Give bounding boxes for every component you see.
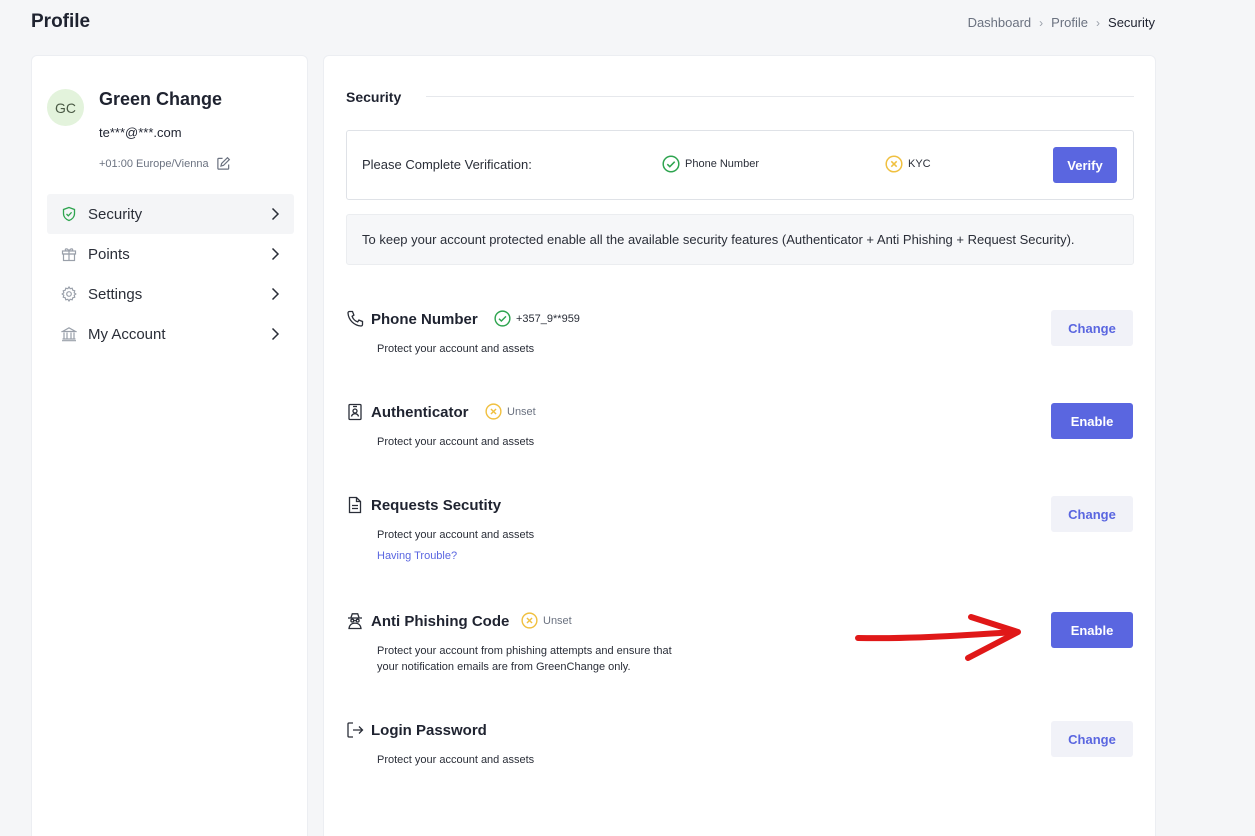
sidebar-nav: Security Points Settings My Account — [47, 194, 294, 354]
user-name: Green Change — [99, 89, 223, 109]
divider — [426, 96, 1134, 97]
enable-authenticator-button[interactable]: Enable — [1051, 403, 1133, 439]
document-icon — [346, 496, 364, 514]
feature-description: Protect your account and assets — [377, 436, 535, 448]
feature-description: Protect your account and assets — [377, 529, 535, 541]
change-requests-security-button[interactable]: Change — [1051, 496, 1133, 532]
edit-icon[interactable] — [216, 156, 231, 171]
security-info-banner: To keep your account protected enable al… — [346, 214, 1134, 265]
feature-status: Unset — [485, 403, 536, 420]
avatar: GC — [47, 89, 84, 126]
phone-icon — [346, 310, 364, 328]
feature-status-text: +357_9**959 — [516, 312, 580, 325]
logout-icon — [346, 721, 364, 739]
enable-anti-phishing-button[interactable]: Enable — [1051, 612, 1133, 648]
sidebar-item-security[interactable]: Security — [47, 194, 294, 234]
change-phone-button[interactable]: Change — [1051, 310, 1133, 346]
security-panel: Security Please Complete Verification: P… — [323, 55, 1156, 836]
check-circle-icon — [662, 155, 680, 173]
breadcrumb-profile[interactable]: Profile — [1051, 15, 1088, 30]
sidebar-item-label: My Account — [88, 325, 166, 343]
sidebar-item-points[interactable]: Points — [47, 234, 294, 274]
verification-text: Please Complete Verification: — [362, 157, 532, 172]
check-circle-icon — [494, 310, 511, 327]
annotation-arrow-icon — [855, 614, 1021, 661]
chevron-right-icon: › — [1039, 15, 1044, 30]
profile-sidebar: GC Green Change te***@***.com +01:00 Eur… — [31, 55, 308, 836]
chevron-right-icon — [270, 327, 280, 341]
feature-status: +357_9**959 — [494, 310, 580, 327]
verification-kyc-label: KYC — [908, 158, 931, 170]
authenticator-icon — [346, 403, 364, 421]
feature-title: Authenticator — [371, 404, 469, 421]
feature-status: Unset — [521, 612, 572, 629]
spy-icon — [346, 612, 364, 630]
verification-phone-status: Phone Number — [662, 155, 759, 173]
user-email: te***@***.com — [99, 125, 182, 140]
feature-status-text: Unset — [507, 405, 536, 418]
shield-icon — [61, 206, 77, 222]
feature-title: Login Password — [371, 722, 487, 739]
having-trouble-link[interactable]: Having Trouble? — [377, 550, 457, 562]
verification-box: Please Complete Verification: Phone Numb… — [346, 130, 1134, 200]
breadcrumb-dashboard[interactable]: Dashboard — [968, 15, 1032, 30]
security-info-text: To keep your account protected enable al… — [362, 232, 1075, 247]
user-timezone: +01:00 Europe/Vienna — [99, 156, 231, 171]
x-circle-icon — [885, 155, 903, 173]
feature-status-text: Unset — [543, 614, 572, 627]
verification-kyc-status: KYC — [885, 155, 931, 173]
gift-icon — [61, 246, 77, 262]
feature-title: Requests Secutity — [371, 497, 502, 514]
page-title: Profile — [31, 11, 91, 32]
feature-description: Protect your account from phishing attem… — [377, 645, 672, 673]
sidebar-item-label: Points — [88, 245, 130, 263]
x-circle-icon — [485, 403, 502, 420]
verification-phone-label: Phone Number — [685, 158, 759, 170]
feature-description: Protect your account and assets — [377, 754, 535, 766]
chevron-right-icon — [270, 287, 280, 301]
breadcrumb: Dashboard › Profile › Security — [968, 15, 1155, 30]
feature-description: Protect your account and assets — [377, 343, 535, 355]
sidebar-item-label: Settings — [88, 285, 143, 303]
breadcrumb-security: Security — [1108, 15, 1155, 30]
feature-title: Phone Number — [371, 311, 478, 328]
feature-title: Anti Phishing Code — [371, 613, 510, 630]
timezone-label: +01:00 Europe/Vienna — [99, 157, 209, 170]
verify-button[interactable]: Verify — [1053, 147, 1117, 183]
change-login-password-button[interactable]: Change — [1051, 721, 1133, 757]
sidebar-item-label: Security — [88, 205, 143, 223]
section-title: Security — [346, 89, 402, 105]
gear-icon — [61, 286, 77, 302]
sidebar-item-settings[interactable]: Settings — [47, 274, 294, 314]
x-circle-icon — [521, 612, 538, 629]
sidebar-item-my-account[interactable]: My Account — [47, 314, 294, 354]
chevron-right-icon — [270, 247, 280, 261]
chevron-right-icon — [270, 207, 280, 221]
chevron-right-icon: › — [1096, 15, 1101, 30]
bank-icon — [61, 326, 77, 342]
